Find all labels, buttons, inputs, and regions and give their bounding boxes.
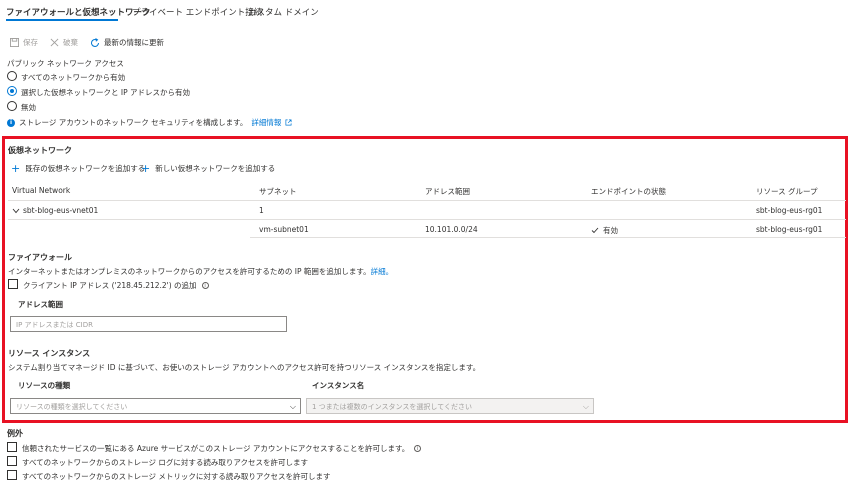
info-icon: i <box>201 282 209 289</box>
radio-disabled-label: 無効 <box>21 103 36 112</box>
client-ip-label: クライアント IP アドレス ('218.45.212.2') の追加 <box>23 281 197 290</box>
firewall-description: インターネットまたはオンプレミスのネットワークからのアクセスを許可するための I… <box>8 266 393 277</box>
radio-selected-networks[interactable] <box>7 86 17 96</box>
resource-type-select[interactable]: リソースの種類を選択してください ⌵ <box>10 398 301 414</box>
vnet-rg: sbt-blog-eus-rg01 <box>756 206 823 215</box>
info-icon: i <box>7 118 15 127</box>
refresh-icon <box>91 37 99 47</box>
col-header-rg: リソース グループ <box>756 187 818 196</box>
save-icon <box>10 38 19 47</box>
exception-checkbox-trusted-services[interactable] <box>7 442 17 452</box>
address-range-placeholder: IP アドレスまたは CIDR <box>16 321 93 329</box>
checkmark-icon <box>591 227 599 234</box>
firewall-section-title: ファイアウォール <box>8 253 72 262</box>
radio-selected-networks-label: 選択した仮想ネットワークと IP アドレスから有効 <box>21 88 191 97</box>
col-header-status: エンドポイントの状態 <box>591 187 666 196</box>
add-existing-vnet-button[interactable]: + 既存の仮想ネットワークを追加する <box>11 163 145 174</box>
save-button[interactable]: 保存 <box>10 37 38 48</box>
add-existing-vnet-label: 既存の仮想ネットワークを追加する <box>25 164 146 173</box>
col-header-address: アドレス範囲 <box>425 187 470 196</box>
vnet-section-title: 仮想ネットワーク <box>8 146 72 155</box>
resource-type-label: リソースの種類 <box>18 381 71 390</box>
exception-label-metrics: すべてのネットワークからのストレージ メトリックに対する読み取りアクセスを許可し… <box>22 472 331 481</box>
active-tab-indicator <box>6 19 118 21</box>
radio-all-networks[interactable] <box>7 71 17 81</box>
discard-label: 破棄 <box>63 38 78 47</box>
firewall-learn-more-link[interactable]: 詳細。 <box>371 267 394 276</box>
address-range-input[interactable]: IP アドレスまたは CIDR <box>10 316 287 332</box>
exception-label-logs: すべてのネットワークからのストレージ ログに対する読み取りアクセスを許可します <box>22 458 309 467</box>
client-ip-checkbox[interactable] <box>8 279 18 289</box>
info-icon: i <box>414 445 422 452</box>
table-row-vnet[interactable]: sbt-blog-eus-vnet01 <box>12 206 98 215</box>
col-header-vnet: Virtual Network <box>12 186 71 195</box>
tab-custom-domain[interactable]: カスタム ドメイン <box>248 6 319 18</box>
subnet-address: 10.101.0.0/24 <box>425 225 478 234</box>
radio-disabled[interactable] <box>7 101 17 111</box>
firewall-desc-text: インターネットまたはオンプレミスのネットワークからのアクセスを許可するための I… <box>8 267 371 276</box>
vnet-name: sbt-blog-eus-vnet01 <box>23 206 99 215</box>
tab-bar: ファイアウォールと仮想ネットワーク プライベート エンドポイント接続 カスタム … <box>0 0 850 22</box>
resource-type-placeholder: リソースの種類を選択してください <box>16 403 128 411</box>
exception-checkbox-logs[interactable] <box>7 456 17 466</box>
exception-label-trusted-services: 信頼されたサービスの一覧にある Azure サービスがこのストレージ アカウント… <box>22 444 410 453</box>
save-label: 保存 <box>23 38 38 47</box>
tab-firewall-vnet[interactable]: ファイアウォールと仮想ネットワーク <box>6 6 151 18</box>
subnet-rg: sbt-blog-eus-rg01 <box>756 225 823 234</box>
subnet-name: vm-subnet01 <box>259 225 309 234</box>
refresh-label: 最新の情報に更新 <box>104 38 164 47</box>
instance-name-select[interactable]: 1 つまたは複数のインスタンスを選択してください ⌵ <box>306 398 594 414</box>
col-header-subnet: サブネット <box>259 187 297 196</box>
table-divider <box>8 219 846 220</box>
subnet-status-label: 有効 <box>603 226 618 235</box>
subnet-status: 有効 <box>591 225 618 236</box>
tab-private-endpoint[interactable]: プライベート エンドポイント接続 <box>132 6 262 18</box>
address-range-label: アドレス範囲 <box>18 300 63 309</box>
chevron-down-icon <box>12 208 20 213</box>
table-divider <box>250 237 846 238</box>
instance-name-placeholder: 1 つまたは複数のインスタンスを選択してください <box>312 403 472 411</box>
plus-icon: + <box>141 161 151 175</box>
close-icon <box>50 38 59 47</box>
info-text: ストレージ アカウントのネットワーク セキュリティを構成します。 <box>19 118 248 127</box>
vnet-subnet-count: 1 <box>259 206 264 215</box>
add-new-vnet-button[interactable]: + 新しい仮想ネットワークを追加する <box>141 163 275 174</box>
chevron-down-icon: ⌵ <box>582 402 589 411</box>
learn-more-link[interactable]: 詳細情報 <box>251 117 281 128</box>
client-ip-row: クライアント IP アドレス ('218.45.212.2') の追加 i <box>23 280 209 291</box>
exception-row-trusted-services: 信頼されたサービスの一覧にある Azure サービスがこのストレージ アカウント… <box>22 443 422 454</box>
refresh-button[interactable]: 最新の情報に更新 <box>90 37 164 48</box>
exceptions-title: 例外 <box>7 429 23 438</box>
chevron-down-icon: ⌵ <box>289 402 296 411</box>
resource-instances-title: リソース インスタンス <box>8 349 91 358</box>
add-new-vnet-label: 新しい仮想ネットワークを追加する <box>155 164 276 173</box>
plus-icon: + <box>11 161 21 175</box>
discard-button[interactable]: 破棄 <box>50 37 78 48</box>
public-access-title: パブリック ネットワーク アクセス <box>7 59 124 68</box>
external-link-icon <box>285 119 292 126</box>
exception-checkbox-metrics[interactable] <box>7 470 17 480</box>
radio-all-networks-label: すべてのネットワークから有効 <box>21 73 126 82</box>
instance-name-label: インスタンス名 <box>312 381 365 390</box>
info-row: i ストレージ アカウントのネットワーク セキュリティを構成します。 詳細情報 <box>7 117 292 128</box>
resource-instances-desc: システム割り当てマネージド ID に基づいて、お使いのストレージ アカウントへの… <box>8 363 481 372</box>
table-divider <box>8 200 846 201</box>
